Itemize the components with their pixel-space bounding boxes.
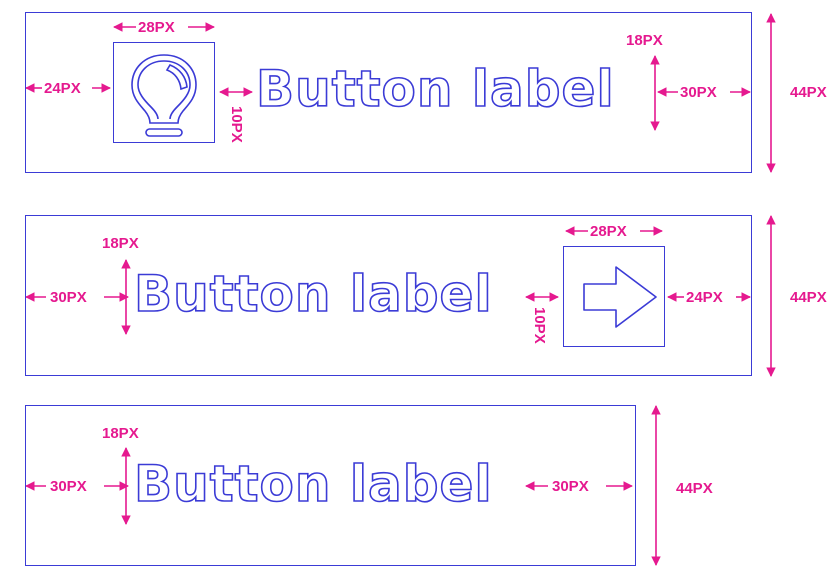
dim-total-height: 44PX — [790, 289, 827, 306]
dim-icon-width: 28PX — [590, 223, 627, 240]
icon-frame — [563, 246, 665, 347]
button-label: Button label — [133, 265, 493, 323]
dim-icon-gap: 10PX — [228, 106, 245, 143]
lightbulb-icon — [131, 54, 197, 137]
dim-right-padding: 24PX — [686, 289, 723, 306]
dim-left-padding: 30PX — [50, 289, 87, 306]
arrow-right-icon — [583, 266, 657, 328]
dim-text-height: 18PX — [102, 235, 139, 252]
icon-frame — [113, 42, 215, 143]
dim-left-padding: 30PX — [50, 478, 87, 495]
dim-icon-width: 28PX — [138, 19, 175, 36]
button-label: Button label — [255, 60, 615, 118]
dim-left-padding: 24PX — [44, 80, 81, 97]
dim-icon-gap: 10PX — [531, 307, 548, 344]
dim-total-height: 44PX — [676, 480, 713, 497]
button-label: Button label — [133, 455, 493, 513]
dim-total-height: 44PX — [790, 84, 827, 101]
dim-right-padding: 30PX — [552, 478, 589, 495]
dim-text-height: 18PX — [626, 32, 663, 49]
dim-text-height: 18PX — [102, 425, 139, 442]
dim-right-padding: 30PX — [680, 84, 717, 101]
